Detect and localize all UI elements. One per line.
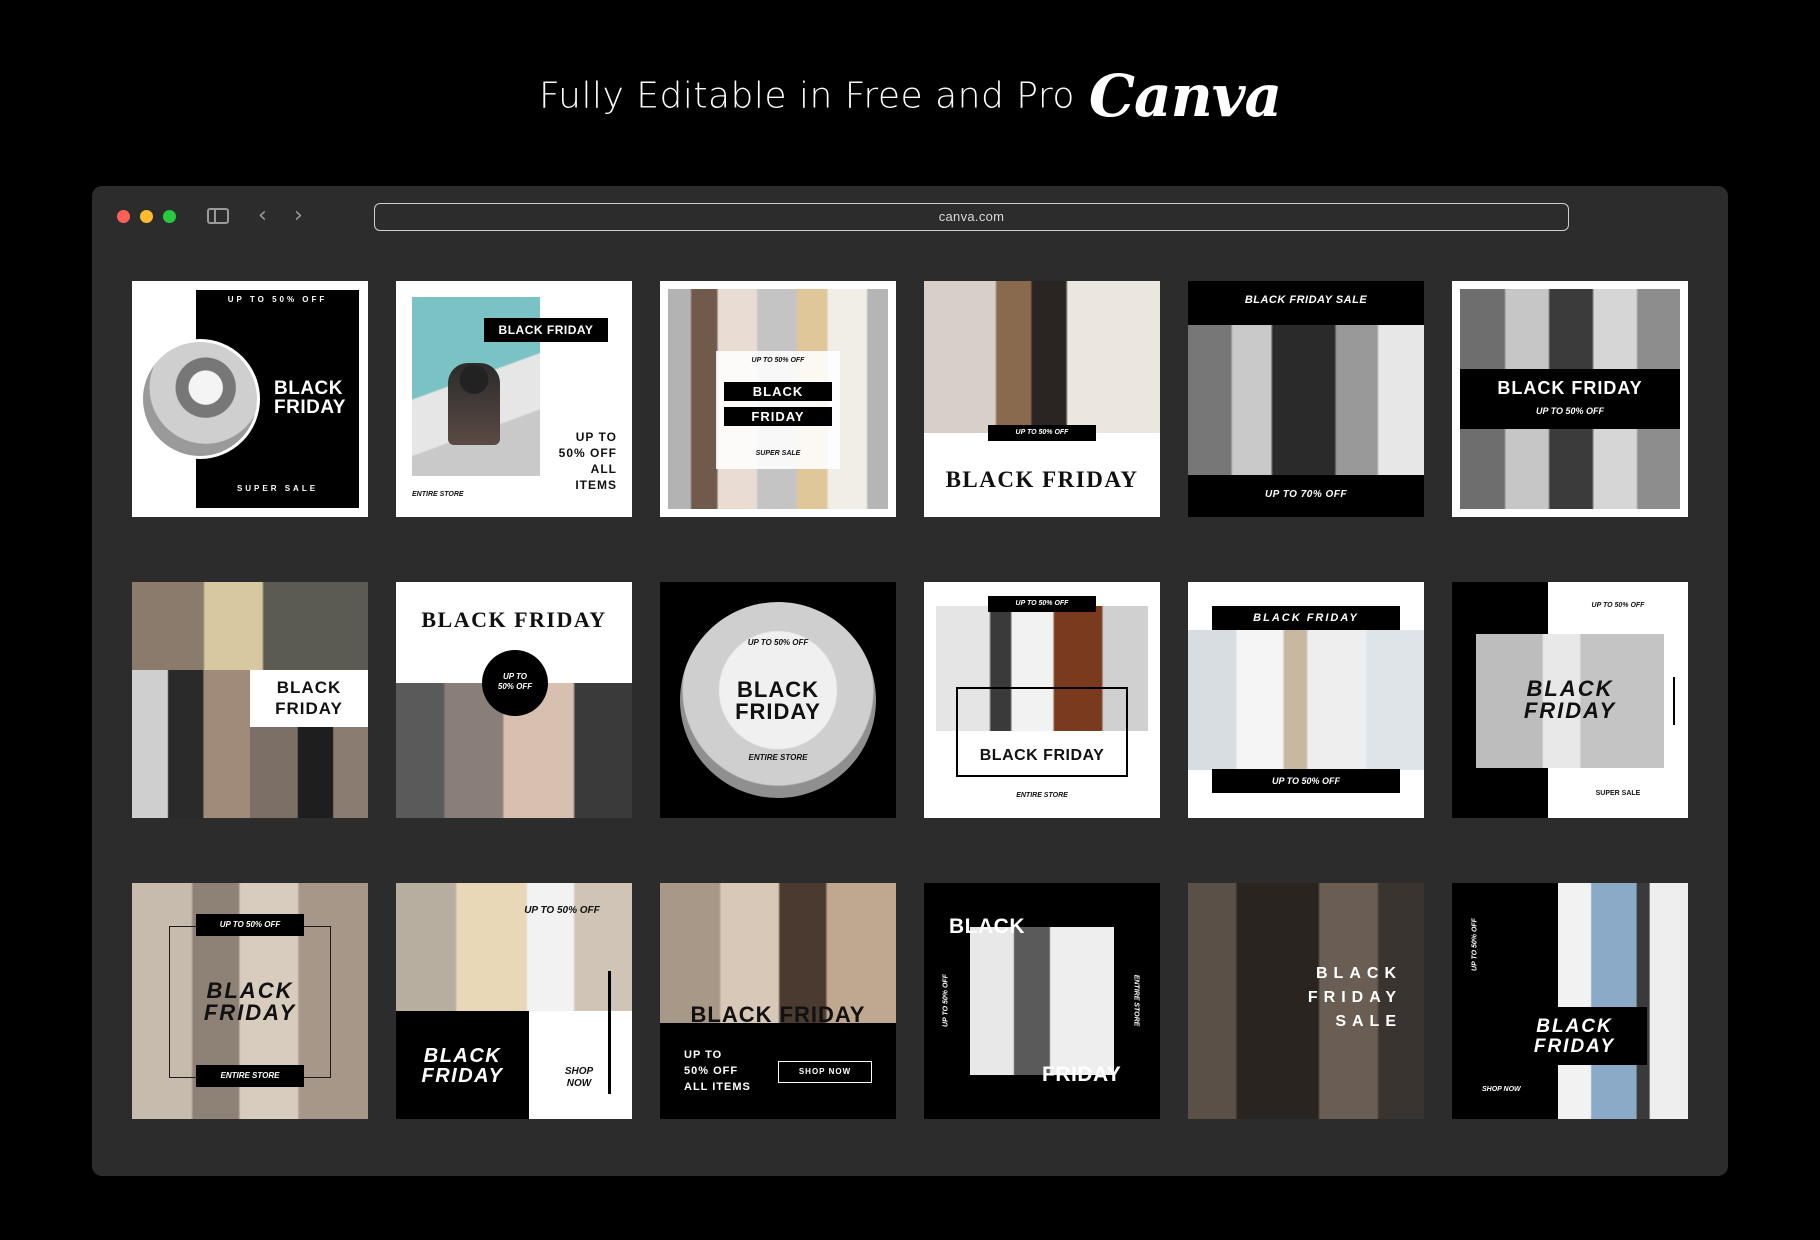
template-tile-14[interactable]: UP TO 50% OFF BLACK FRIDAY SHOP NOW [396,883,632,1119]
tile-text: SHOP NOW [1482,1086,1521,1093]
template-tile-9[interactable]: UP TO 50% OFF BLACK FRIDAY ENTIRE STORE [660,582,896,818]
tile-badge: UP TO 50% OFF [988,596,1096,612]
template-tile-15[interactable]: BLACK FRIDAY UP TO 50% OFF ALL ITEMS SHO… [660,883,896,1119]
browser-window: ‹ › canva.com UP TO 50% OFF BLACK FRIDAY… [92,186,1728,1176]
tile-title: BLACK FRIDAY [945,467,1139,492]
template-tile-3[interactable]: UP TO 50% OFF BLACK FRIDAY SUPER SALE [660,281,896,517]
tile-badge: BLACK FRIDAY [484,318,608,342]
tile-title: BLACK FRIDAY [979,747,1105,764]
tile-title: BLACK [1316,965,1402,982]
tile-title: FRIDAY [274,397,346,418]
template-tile-4[interactable]: UP TO 50% OFF BLACK FRIDAY [924,281,1160,517]
tile-title: FRIDAY [203,1000,297,1025]
tile-title: FRIDAY [724,407,832,426]
tile-text: UP TO 50% OFF [1471,918,1479,971]
canva-logo: Canva [1088,62,1282,130]
close-window-button[interactable] [117,210,130,223]
tile-text: ITEMS [575,478,617,492]
tile-text: UP TO 50% OFF [747,638,809,647]
shop-now-button[interactable]: SHOP NOW [778,1061,872,1083]
template-tile-11[interactable]: BLACK FRIDAY UP TO 50% OFF [1188,582,1424,818]
tile-text: UP TO 70% OFF [1264,489,1348,500]
tile-text: ENTIRE STORE [1016,792,1068,799]
tile-text: ENTIRE STORE [1132,974,1140,1027]
tile-text: 50% OFF [497,682,533,691]
tile-title: BLACK FRIDAY [421,607,607,632]
tile-text: SUPER SALE [755,450,801,457]
template-tile-5[interactable]: BLACK FRIDAY SALE UP TO 70% OFF [1188,281,1424,517]
tile-text: UP TO 50% OFF [751,357,805,364]
tile-title: BLACK FRIDAY [690,1002,866,1027]
tile-title: FRIDAY [1523,698,1617,723]
tile-text: SHOP [564,1066,594,1077]
tile-text: SUPER SALE [236,484,319,493]
tile-text: NOW [566,1078,592,1089]
tile-text: SUPER SALE [1595,790,1641,797]
tile-title: BLACK [1536,1016,1613,1037]
tile-text: UP TO [502,672,527,681]
tile-text: UP TO 50% OFF [1535,406,1604,416]
tile-text: ENTIRE STORE [412,491,464,498]
tile-title: FRIDAY [1533,1036,1616,1057]
tile-title: FRIDAY [275,699,343,718]
tile-text: UP TO 50% OFF [524,905,600,916]
address-bar[interactable]: canva.com [374,203,1569,231]
tile-title: SALE [1335,1013,1402,1030]
tile-text: ALL ITEMS [684,1081,751,1093]
minimize-window-button[interactable] [140,210,153,223]
tile-text: UP TO 50% OFF [227,295,328,304]
tile-title: BLACK [949,915,1025,938]
template-grid: UP TO 50% OFF BLACK FRIDAY SUPER SALE BL… [132,281,1689,1119]
tile-text: UP TO [684,1049,723,1061]
tile-text: UP TO [575,430,617,444]
tile-title: BLACK FRIDAY [1212,606,1400,630]
sidebar-toggle-icon[interactable] [207,208,229,224]
tile-title: BLACK FRIDAY [1497,378,1643,398]
template-tile-1[interactable]: UP TO 50% OFF BLACK FRIDAY SUPER SALE [132,281,368,517]
tile-title: FRIDAY [735,699,821,724]
template-tile-16[interactable]: BLACK FRIDAY UP TO 50% OFF ENTIRE STORE [924,883,1160,1119]
template-tile-6[interactable]: BLACK FRIDAY UP TO 50% OFF [1452,281,1688,517]
tile-text: UP TO 50% OFF [942,974,950,1027]
tile-title: FRIDAY [1307,989,1402,1006]
tile-title: BLACK [724,382,832,401]
chevron-right-icon[interactable]: › [294,204,303,228]
tile-text: 50% OFF [558,446,617,460]
tile-text: 50% OFF [684,1065,739,1077]
template-tile-8[interactable]: BLACK FRIDAY UP TO 50% OFF [396,582,632,818]
template-tile-12[interactable]: UP TO 50% OFF BLACK FRIDAY SUPER SALE [1452,582,1688,818]
maximize-window-button[interactable] [163,210,176,223]
page-headline: Fully Editable in Free and Pro Canva [0,62,1820,130]
tile-badge: UP TO 50% OFF [196,914,304,936]
tile-text: ENTIRE STORE [748,753,808,762]
tile-text: UP TO 50% OFF [1212,769,1400,793]
headline-text: Fully Editable in Free and Pro [538,75,1075,117]
tile-text: ALL [590,462,617,476]
template-tile-7[interactable]: BLACK FRIDAY [132,582,368,818]
tile-title: FRIDAY [421,1065,504,1087]
template-tile-18[interactable]: BLACK FRIDAY UP TO 50% OFF SHOP NOW [1452,883,1688,1119]
tile-text: ENTIRE STORE [196,1065,304,1087]
tile-text: BLACK FRIDAY SALE [1244,294,1368,306]
tile-title: BLACK [276,678,342,697]
template-tile-10[interactable]: UP TO 50% OFF BLACK FRIDAY ENTIRE STORE [924,582,1160,818]
template-tile-2[interactable]: BLACK FRIDAY UP TO 50% OFF ALL ITEMS ENT… [396,281,632,517]
tile-text: UP TO 50% OFF [1591,602,1645,609]
chevron-left-icon[interactable]: ‹ [258,204,267,228]
tile-title: FRIDAY [1042,1063,1122,1086]
tile-badge: UP TO 50% OFF [988,425,1096,441]
template-tile-17[interactable]: BLACK FRIDAY SALE [1188,883,1424,1119]
template-tile-13[interactable]: UP TO 50% OFF BLACK FRIDAY ENTIRE STORE [132,883,368,1119]
